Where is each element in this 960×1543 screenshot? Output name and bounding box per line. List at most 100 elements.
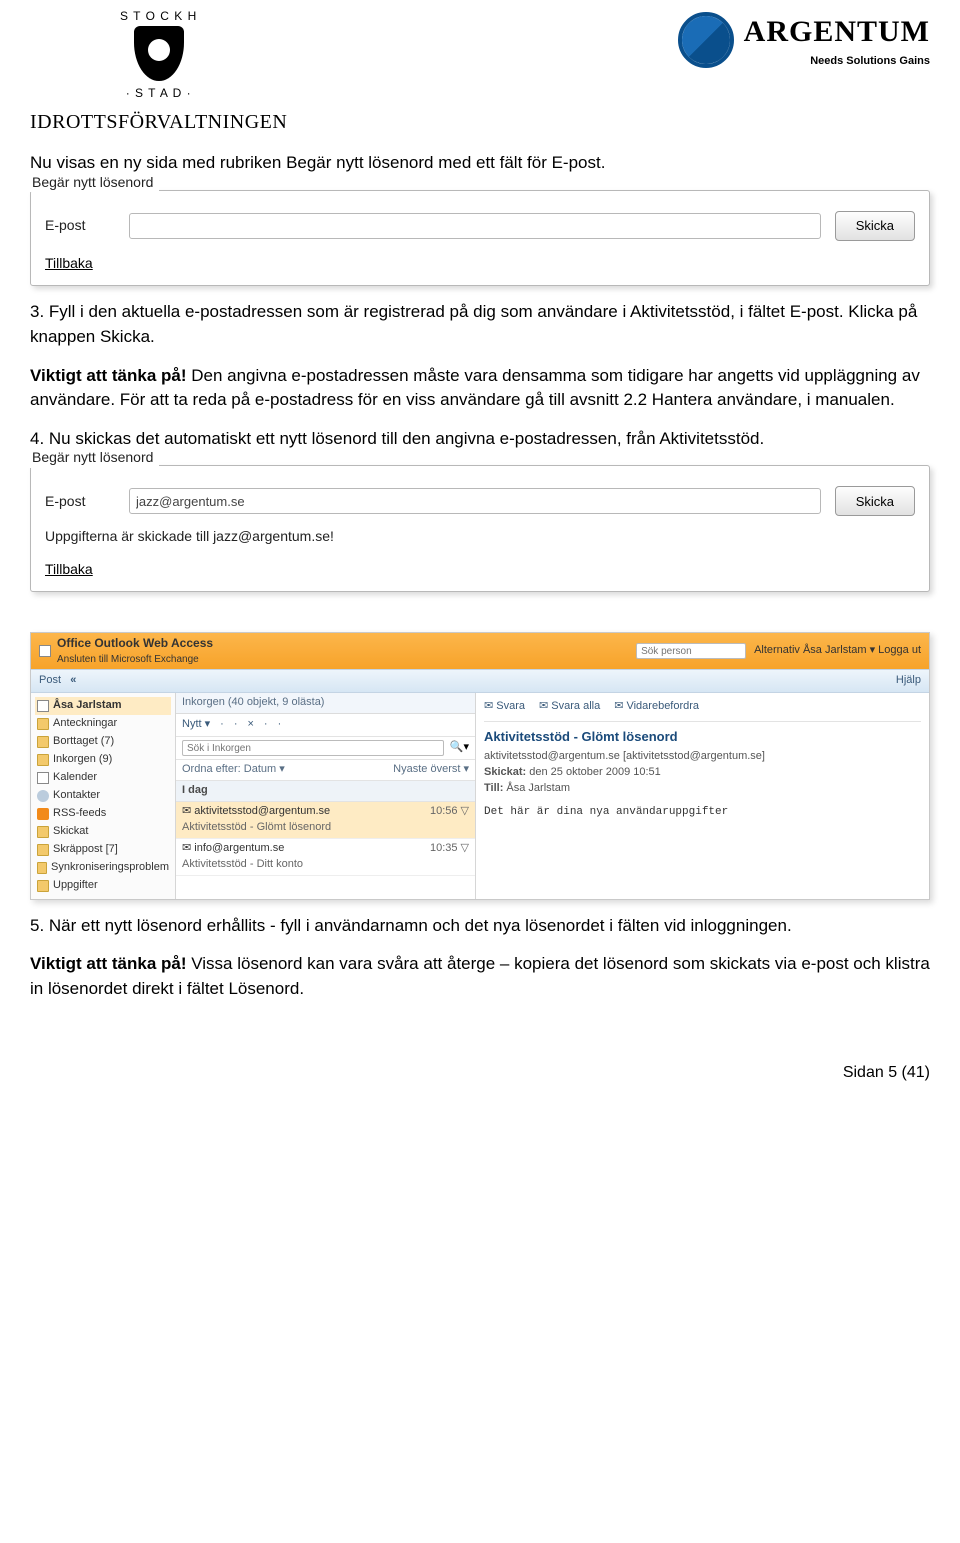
email-label-1: E-post	[45, 215, 115, 235]
back-link-2[interactable]: Tillbaka	[45, 559, 93, 579]
owa-sort-right[interactable]: Nyaste överst ▾	[393, 762, 469, 778]
fieldset1-legend: Begär nytt lösenord	[26, 172, 159, 192]
folder-icon	[37, 754, 49, 766]
search-icon[interactable]: 🔍▾	[450, 740, 469, 756]
rss-icon	[37, 808, 49, 820]
owa-person-search[interactable]	[636, 643, 746, 659]
preview-toolbar-item[interactable]: ✉ Svara alla	[539, 699, 600, 715]
preview-toolbar-item[interactable]: ✉ Svara	[484, 699, 525, 715]
cal-icon	[37, 772, 49, 784]
sidebar-item[interactable]: Kontakter	[35, 787, 171, 805]
stockholm-logo: S T O C K H O L M · S T A D · IDROTTSFÖR…	[30, 10, 287, 137]
owa-post-label: Post	[39, 674, 61, 686]
sidebar-item-label: Kalender	[53, 770, 97, 786]
argentum-logo: ARGENTUM Needs Solutions Gains	[678, 10, 930, 69]
owa-collapse-icon[interactable]: «	[70, 674, 76, 686]
email-input-1[interactable]	[129, 213, 821, 239]
back-link-1[interactable]: Tillbaka	[45, 253, 93, 273]
crest-bottom-text: · S T A D ·	[114, 85, 204, 102]
folder-icon	[37, 880, 49, 892]
sidebar-item-label: Skickat	[53, 824, 88, 840]
owa-to-label: Till:	[484, 782, 503, 794]
step-5-text: 5. När ett nytt lösenord erhållits - fyl…	[30, 916, 792, 935]
request-password-box-2: E-post Skicka Uppgifterna är skickade ti…	[30, 465, 930, 592]
toolbar-item[interactable]: ×	[247, 717, 253, 733]
mail-icon	[37, 700, 49, 712]
sidebar-item[interactable]: Skickat	[35, 823, 171, 841]
step-5: 5. När ett nytt lösenord erhållits - fyl…	[30, 914, 930, 939]
sidebar-item[interactable]: Skräppost [7]	[35, 841, 171, 859]
outlook-screenshot: Office Outlook Web Access Ansluten till …	[30, 632, 930, 899]
owa-inbox-search[interactable]	[182, 740, 444, 756]
toolbar-item[interactable]: ·	[234, 717, 238, 733]
toolbar-item[interactable]: ·	[220, 717, 224, 733]
owa-subtitle: Ansluten till Microsoft Exchange	[57, 653, 213, 668]
toolbar-item[interactable]: ·	[264, 717, 268, 733]
owa-subbar: Post « Hjälp	[31, 669, 929, 693]
argentum-tagline: Needs Solutions Gains	[810, 54, 930, 70]
owa-preview-from: aktivitetsstod@argentum.se [aktivitetsst…	[484, 749, 921, 765]
owa-sidebar: Åsa JarlstamAnteckningar Borttaget (7) Ink…	[31, 693, 176, 898]
owa-logo-icon	[39, 645, 51, 657]
owa-preview-subject: Aktivitetsstöd - Glömt lösenord	[484, 728, 921, 747]
owa-sent-value: den 25 oktober 2009 10:51	[529, 766, 661, 778]
status-message: Uppgifterna är skickade till jazz@argent…	[45, 526, 915, 546]
important-note-1: Viktigt att tänka på! Den angivna e-post…	[30, 364, 930, 413]
shield-icon	[134, 26, 184, 81]
department-title: IDROTTSFÖRVALTNINGEN	[30, 108, 287, 137]
intro-paragraph: Nu visas en ny sida med rubriken Begär n…	[30, 151, 930, 176]
sidebar-item-label: Inkorgen (9)	[53, 752, 112, 768]
folder-icon	[37, 826, 49, 838]
folder-icon	[37, 844, 49, 856]
argentum-name: ARGENTUM	[744, 10, 930, 54]
sidebar-item[interactable]: Inkorgen (9)	[35, 751, 171, 769]
message-row[interactable]: ✉ info@argentum.se10:35 ▽Aktivitetsstöd …	[176, 839, 475, 876]
owa-help-link[interactable]: Hjälp	[896, 673, 921, 689]
owa-group-today: I dag	[176, 781, 475, 802]
step-3: 3. Fyll i den aktuella e-postadressen so…	[30, 300, 930, 349]
folder-icon	[37, 862, 47, 874]
owa-sent-label: Skickat:	[484, 766, 526, 778]
message-row[interactable]: ✉ aktivitetsstod@argentum.se10:56 ▽Aktiv…	[176, 802, 475, 839]
folder-icon	[37, 718, 49, 730]
sidebar-item[interactable]: Åsa Jarlstam	[35, 697, 171, 715]
sidebar-item-label: Synkroniseringsproblem	[51, 860, 169, 876]
sidebar-item-label: Anteckningar	[53, 716, 117, 732]
sidebar-item[interactable]: Kalender	[35, 769, 171, 787]
toolbar-item[interactable]: ·	[278, 717, 282, 733]
folder-icon	[37, 736, 49, 748]
sidebar-item[interactable]: Anteckningar	[35, 715, 171, 733]
sidebar-item[interactable]: Uppgifter	[35, 877, 171, 895]
request-password-box-1: E-post Skicka Tillbaka	[30, 190, 930, 287]
owa-inbox-header: Inkorgen (40 objekt, 9 olästa)	[176, 693, 475, 714]
owa-mid-toolbar[interactable]: Nytt ▾ · · × · ·	[176, 714, 475, 737]
email-label-2: E-post	[45, 491, 115, 511]
toolbar-item[interactable]: Nytt ▾	[182, 717, 210, 733]
step-4: 4. Nu skickas det automatiskt ett nytt l…	[30, 427, 930, 452]
page-number: Sidan 5 (41)	[30, 1061, 930, 1084]
sidebar-item[interactable]: Borttaget (7)	[35, 733, 171, 751]
step-4-text: 4. Nu skickas det automatiskt ett nytt l…	[30, 429, 764, 448]
sidebar-item-label: Borttaget (7)	[53, 734, 114, 750]
page-header: S T O C K H O L M · S T A D · IDROTTSFÖR…	[30, 10, 930, 137]
argentum-mark-icon	[678, 12, 734, 68]
sidebar-item[interactable]: RSS-feeds	[35, 805, 171, 823]
owa-preview-body: Det här är dina nya användaruppgifter	[484, 805, 921, 821]
sidebar-item[interactable]: Synkroniseringsproblem	[35, 859, 171, 877]
owa-preview-pane: ✉ Svara ✉ Svara alla ✉ Vidarebefordra Akti…	[476, 693, 929, 898]
submit-button-2[interactable]: Skicka	[835, 486, 915, 516]
email-input-2[interactable]	[129, 488, 821, 514]
owa-preview-toolbar[interactable]: ✉ Svara ✉ Svara alla ✉ Vidarebefordra	[484, 697, 921, 722]
sidebar-item-label: RSS-feeds	[53, 806, 106, 822]
step-3-text: 3. Fyll i den aktuella e-postadressen so…	[30, 302, 917, 346]
people-icon	[37, 790, 49, 802]
preview-toolbar-item[interactable]: ✉ Vidarebefordra	[614, 699, 699, 715]
owa-sort-left[interactable]: Ordna efter: Datum ▾	[182, 762, 285, 778]
sidebar-item-label: Skräppost [7]	[53, 842, 118, 858]
owa-top-links[interactable]: Alternativ Åsa Jarlstam ▾ Logga ut	[754, 643, 921, 659]
sidebar-item-label: Kontakter	[53, 788, 100, 804]
important-1-label: Viktigt att tänka på!	[30, 366, 187, 385]
important-note-2: Viktigt att tänka på! Vissa lösenord kan…	[30, 952, 930, 1001]
crest-icon: S T O C K H O L M · S T A D ·	[114, 10, 204, 100]
submit-button-1[interactable]: Skicka	[835, 211, 915, 241]
